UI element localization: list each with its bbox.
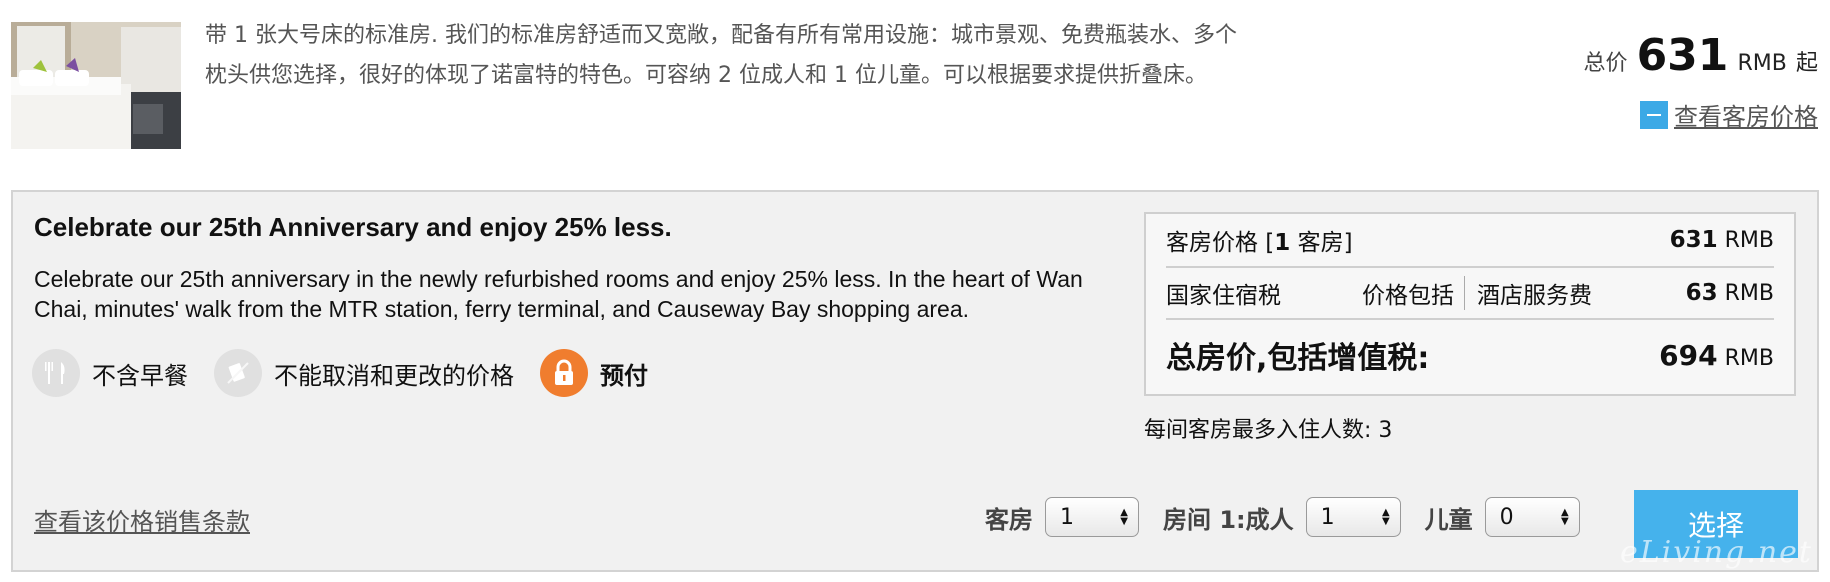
feature-label: 不含早餐: [92, 361, 188, 390]
max-occupancy: 每间客房最多入住人数: 3: [1144, 418, 1393, 443]
room-thumbnail[interactable]: [11, 22, 181, 149]
tax-included: 价格包括: [1362, 283, 1454, 309]
summary-tax-row: 国家住宿税 价格包括 酒店服务费 63 RMB: [1166, 268, 1774, 320]
feature-non-refundable: 不能取消和更改的价格: [214, 349, 514, 397]
adults-label: 房间 1:成人: [1163, 505, 1294, 534]
offer-description: Celebrate our 25th anniversary in the ne…: [34, 266, 1083, 322]
view-room-rates-label[interactable]: 查看客房价格: [1674, 97, 1818, 132]
updown-arrows-icon: ▲ ▼: [1120, 507, 1128, 527]
price-suffix: 起: [1795, 51, 1818, 76]
children-value: 0: [1499, 504, 1514, 530]
total-label: 总房价,包括增值税:: [1166, 341, 1430, 376]
rooms-value: 1: [1060, 504, 1074, 530]
updown-arrows-icon: ▲ ▼: [1381, 507, 1390, 527]
summary-room-price-row: 客房价格 [1 客房] 631 RMB: [1166, 214, 1774, 268]
room-price-label: 客房价格 [1 客房]: [1166, 230, 1353, 256]
sales-terms-link[interactable]: 查看该价格销售条款: [34, 502, 250, 537]
room-price: 总价 631 RMB 起: [1583, 30, 1818, 81]
cutlery-icon: [32, 349, 80, 397]
service-fee-label: 酒店服务费: [1477, 283, 1592, 309]
minus-icon[interactable]: [1640, 100, 1668, 129]
tax-label: 国家住宿税: [1166, 283, 1281, 309]
rooms-label: 客房: [985, 505, 1033, 534]
room-price-block: 总价 631 RMB 起 查看客房价格: [1583, 30, 1818, 132]
offer-title: Celebrate our 25th Anniversary and enjoy…: [34, 212, 672, 242]
feature-prepaid: 预付: [540, 349, 648, 397]
total-value: 694 RMB: [1659, 338, 1774, 372]
price-currency: RMB: [1737, 51, 1787, 76]
summary-total-row: 总房价,包括增值税: 694 RMB: [1166, 320, 1774, 390]
rooms-select[interactable]: 1 ▲ ▼: [1045, 497, 1139, 537]
room-description: 带 1 张大号床的标准房. 我们的标准房舒适而又宽敞，配备有所有常用设施：城市景…: [205, 23, 1237, 88]
view-room-rates-link[interactable]: 查看客房价格: [1583, 97, 1818, 132]
room-photo-image: [11, 22, 181, 149]
divider: [1464, 276, 1465, 310]
feature-label: 预付: [600, 361, 648, 390]
rate-features: 不含早餐 不能取消和更改的价格 预付: [32, 349, 674, 397]
adults-value: 1: [1320, 504, 1335, 530]
feature-label: 不能取消和更改的价格: [274, 361, 514, 390]
service-fee-value: 63 RMB: [1685, 280, 1774, 306]
no-cancel-icon: [214, 349, 262, 397]
adults-select[interactable]: 1 ▲ ▼: [1305, 497, 1401, 537]
children-select[interactable]: 0 ▲ ▼: [1484, 497, 1580, 537]
room-price-value: 631 RMB: [1669, 227, 1774, 253]
price-prefix: 总价: [1583, 51, 1628, 76]
price-amount: 631: [1636, 30, 1729, 81]
watermark: eLiving.net: [1619, 535, 1813, 570]
booking-controls: 客房 1 ▲ ▼ 房间 1:成人 1 ▲ ▼ 儿童 0 ▲ ▼: [985, 497, 1604, 537]
rate-offer-panel: Celebrate our 25th Anniversary and enjoy…: [11, 190, 1819, 572]
price-summary: 客房价格 [1 客房] 631 RMB 国家住宿税 价格包括 酒店服务费 63 …: [1144, 212, 1796, 396]
padlock-icon: [540, 349, 588, 397]
feature-no-breakfast: 不含早餐: [32, 349, 188, 397]
updown-arrows-icon: ▲ ▼: [1560, 507, 1569, 527]
children-label: 儿童: [1424, 505, 1473, 534]
